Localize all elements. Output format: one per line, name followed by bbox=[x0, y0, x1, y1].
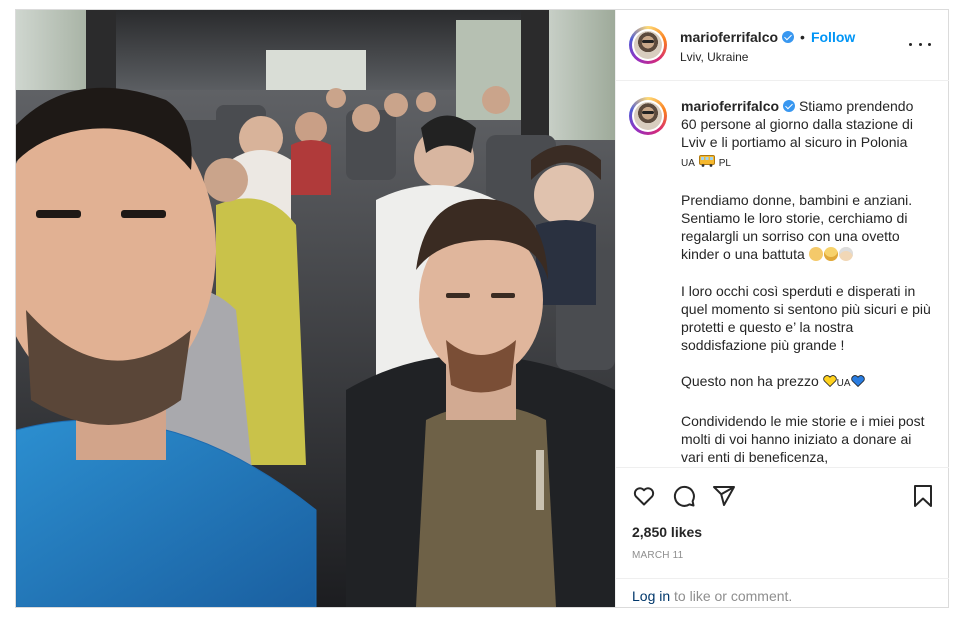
caption-paragraph-4: Questo non ha prezzo UA bbox=[681, 372, 931, 393]
yellow-heart-icon bbox=[822, 375, 837, 388]
post-card: marioferrifalco • Follow Lviv, Ukraine mar… bbox=[15, 9, 949, 608]
caption-username[interactable]: marioferrifalco bbox=[681, 98, 779, 114]
blue-heart-icon bbox=[850, 375, 865, 388]
location-link[interactable]: Lviv, Ukraine bbox=[680, 50, 748, 64]
login-prompt: Log in to like or comment. bbox=[632, 588, 792, 604]
woman-emoji-icon bbox=[823, 247, 838, 262]
baby-emoji-icon bbox=[808, 247, 823, 262]
caption-text: marioferrifalco Stiamo prendendo 60 pers… bbox=[681, 97, 931, 467]
avatar[interactable] bbox=[629, 26, 667, 64]
comment-icon[interactable] bbox=[672, 484, 696, 508]
likes-count[interactable]: 2,850 likes bbox=[632, 524, 702, 540]
flag-ua-icon: UA bbox=[681, 157, 695, 169]
separator-dot: • bbox=[800, 29, 805, 45]
login-prompt-row: Log in to like or comment. bbox=[616, 578, 949, 608]
caption-paragraph-1: marioferrifalco Stiamo prendendo 60 pers… bbox=[681, 98, 914, 169]
follow-button[interactable]: Follow bbox=[811, 29, 855, 45]
login-prompt-suffix: to like or comment. bbox=[670, 588, 793, 604]
flag-pl-icon: PL bbox=[718, 157, 731, 169]
bookmark-icon[interactable] bbox=[912, 484, 934, 508]
share-icon[interactable] bbox=[712, 484, 736, 508]
caption-paragraph-3: I loro occhi così sperduti e disperati i… bbox=[681, 282, 931, 354]
bus-selfie-photo bbox=[16, 10, 615, 607]
post-actions: 2,850 likes MARCH 11 Log in to like or c… bbox=[616, 467, 949, 607]
flag-ua-icon-2: UA bbox=[836, 378, 851, 390]
post-sidebar: marioferrifalco • Follow Lviv, Ukraine mar… bbox=[615, 10, 949, 607]
verified-badge-icon bbox=[782, 31, 795, 43]
verified-badge-icon bbox=[783, 100, 796, 112]
header-user-line: marioferrifalco • Follow bbox=[680, 29, 855, 47]
login-link[interactable]: Log in bbox=[632, 588, 670, 604]
more-options-icon[interactable] bbox=[909, 36, 931, 52]
post-photo[interactable] bbox=[16, 10, 615, 607]
caption-paragraph-5: Condividendo le mie storie e i miei post… bbox=[681, 412, 925, 466]
header-username[interactable]: marioferrifalco bbox=[680, 29, 778, 45]
caption-paragraph-2: Prendiamo donne, bambini e anziani. Sent… bbox=[681, 191, 913, 263]
caption-avatar[interactable] bbox=[629, 97, 667, 135]
bus-emoji-icon bbox=[698, 154, 715, 167]
caption-scroll-area[interactable]: marioferrifalco Stiamo prendendo 60 pers… bbox=[616, 81, 949, 467]
post-date[interactable]: MARCH 11 bbox=[632, 550, 683, 561]
older-person-emoji-icon bbox=[838, 247, 853, 262]
post-header: marioferrifalco • Follow Lviv, Ukraine bbox=[616, 10, 949, 81]
heart-icon[interactable] bbox=[632, 484, 656, 508]
